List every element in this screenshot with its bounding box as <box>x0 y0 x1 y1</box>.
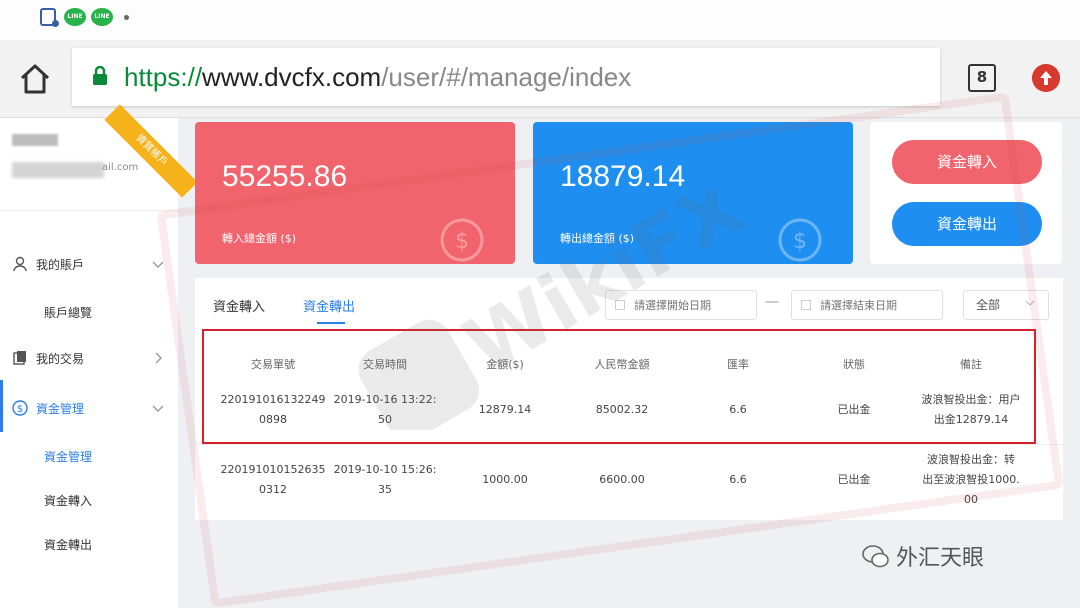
date-range-separator: — <box>765 294 779 310</box>
account-email-redacted <box>12 162 104 178</box>
withdraw-total-value: 18879.14 <box>560 160 686 193</box>
calendar-icon <box>801 300 811 310</box>
end-date-input[interactable] <box>791 290 943 320</box>
lock-icon <box>93 66 107 85</box>
user-icon <box>13 256 27 272</box>
sidebar-subitem-account-overview[interactable]: 賬戶總覽 <box>44 304 92 321</box>
status-select[interactable]: 全部 <box>963 290 1049 320</box>
dollar-exchange-icon: $ <box>778 218 822 262</box>
status: 已出金 <box>837 473 871 486</box>
withdraw-total-card: 18879.14 轉出總金額 ($) $ <box>533 122 853 264</box>
amount: 1000.00 <box>482 473 528 486</box>
highlight-box <box>202 329 1036 444</box>
svg-text:$: $ <box>793 229 807 254</box>
sidebar-item-label: 我的賬戶 <box>36 258 85 272</box>
note: 波浪智投出金：转出至波浪智投1000.00 <box>922 453 1020 506</box>
deposit-total-value: 55255.86 <box>222 160 348 193</box>
chevron-down-icon <box>1025 300 1035 306</box>
upload-icon[interactable] <box>1032 64 1060 92</box>
deposit-total-card: 55255.86 轉入總金額 ($) $ <box>195 122 515 264</box>
account-email: ail.com <box>102 162 139 173</box>
brand-watermark: 外汇天眼 <box>896 546 985 571</box>
dollar-exchange-icon: $ <box>440 218 484 262</box>
trade-icon <box>13 351 26 365</box>
tab-deposit[interactable]: 資金轉入 <box>213 296 265 315</box>
divider <box>0 210 178 211</box>
order-number: 2201910101526350312 <box>220 463 326 496</box>
url-scheme: https:// <box>124 62 203 92</box>
chevron-right-icon <box>155 352 162 364</box>
tab-active-underline <box>317 322 345 324</box>
svg-text:$: $ <box>17 404 23 415</box>
tab-switcher-button[interactable]: 8 <box>968 64 996 92</box>
transaction-time: 2019-10-10 15:26:35 <box>333 463 437 496</box>
tab-withdraw[interactable]: 資金轉出 <box>303 296 355 315</box>
sidebar-subitem-withdraw[interactable]: 資金轉出 <box>44 536 92 553</box>
exchange-rate: 6.6 <box>729 473 747 486</box>
dollar-icon: $ <box>12 400 28 416</box>
sidebar-subitem-fund-management[interactable]: 資金管理 <box>44 448 92 465</box>
sidebar-item-my-trades[interactable]: 我的交易 <box>0 338 178 378</box>
browser-toolbar: https://www.dvcfx.com/user/#/manage/inde… <box>0 40 1080 118</box>
notification-dot-icon <box>124 15 129 20</box>
start-date-input[interactable] <box>605 290 757 320</box>
table-row: 2201910101526350312 2019-10-10 15:26:35 … <box>195 450 1063 512</box>
deposit-total-label: 轉入總金額 ($) <box>222 232 297 245</box>
divider <box>195 444 1063 445</box>
home-icon[interactable] <box>18 62 52 96</box>
account-ribbon: 資質帳戶 <box>104 104 198 198</box>
calendar-icon <box>615 300 625 310</box>
address-bar[interactable]: https://www.dvcfx.com/user/#/manage/inde… <box>72 48 940 106</box>
sidebar: ail.com 資質帳戶 我的賬戶 賬戶總覽 我的交易 $ 資金管理 資金管理 … <box>0 104 198 608</box>
line-app-icon: LINE <box>91 8 113 26</box>
status-bar: LINE LINE <box>0 0 1080 40</box>
url-host: www.dvcfx.com <box>202 62 382 92</box>
withdraw-total-label: 轉出總金額 ($) <box>560 232 635 245</box>
svg-text:$: $ <box>455 229 469 254</box>
chevron-down-icon <box>152 405 164 412</box>
sidebar-item-label: 我的交易 <box>36 352 85 366</box>
url-text: https://www.dvcfx.com/user/#/manage/inde… <box>124 60 631 94</box>
sidebar-subitem-deposit[interactable]: 資金轉入 <box>44 492 92 509</box>
sidebar-item-fund-management[interactable]: $ 資金管理 <box>0 388 178 428</box>
rmb-amount: 6600.00 <box>599 473 645 486</box>
line-app-icon: LINE <box>64 8 86 26</box>
deposit-button[interactable]: 資金轉入 <box>892 140 1042 184</box>
withdraw-button[interactable]: 資金轉出 <box>892 202 1042 246</box>
account-name-redacted <box>12 134 58 146</box>
wechat-icon <box>862 545 889 568</box>
url-path: /user/#/manage/index <box>381 62 632 92</box>
sidebar-item-my-account[interactable]: 我的賬戶 <box>0 244 178 284</box>
sidebar-item-label: 資金管理 <box>36 402 85 416</box>
action-panel: 資金轉入 資金轉出 <box>870 122 1062 264</box>
device-icon <box>40 8 59 27</box>
chevron-down-icon <box>152 261 164 268</box>
